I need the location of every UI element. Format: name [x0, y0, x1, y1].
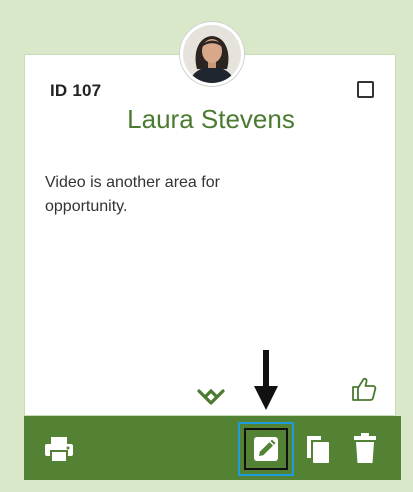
- print-button[interactable]: [44, 437, 74, 468]
- card-author-name: Laura Stevens: [127, 104, 295, 134]
- card-toolbar: [24, 416, 401, 480]
- edit-button-focus: [244, 428, 288, 470]
- select-checkbox[interactable]: [357, 81, 374, 98]
- card-id: ID 107: [50, 81, 102, 100]
- idea-card: ID 107 Laura Stevens Video is another ar…: [24, 54, 396, 416]
- chevron-double-down-icon[interactable]: [196, 388, 226, 411]
- trash-icon: [354, 433, 376, 463]
- copy-icon: [307, 436, 329, 463]
- arrow-down-icon: [254, 350, 278, 417]
- thumbs-up-icon[interactable]: [350, 375, 378, 408]
- avatar: [180, 22, 244, 86]
- card-body-text: Video is another area for opportunity.: [45, 174, 220, 215]
- printer-icon: [45, 437, 73, 463]
- copy-button[interactable]: [305, 434, 331, 469]
- edit-button[interactable]: [238, 422, 294, 476]
- pencil-icon: [254, 437, 278, 461]
- delete-button[interactable]: [354, 433, 376, 468]
